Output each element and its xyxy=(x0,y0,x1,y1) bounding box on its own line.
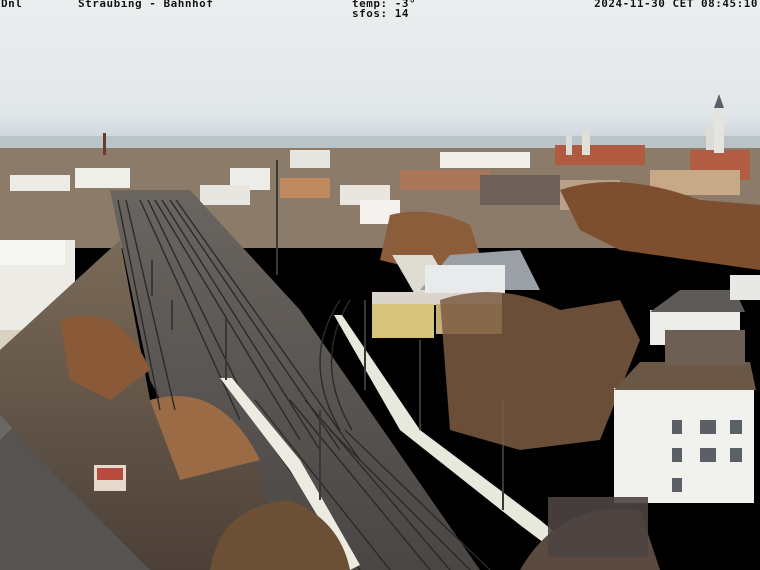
sky xyxy=(0,0,760,150)
webcam-frame: Dnl Straubing - Bahnhof temp: -3° sfos: … xyxy=(0,0,760,570)
webcam-scene xyxy=(0,0,760,570)
bare-trees xyxy=(440,292,640,450)
location-title: Straubing - Bahnhof xyxy=(78,0,214,10)
house-right-back xyxy=(650,275,760,365)
camera-id-label: Dnl xyxy=(1,0,23,10)
timestamp: 2024-11-30 CET 08:45:10 xyxy=(594,0,758,10)
chimney-icon xyxy=(103,133,106,155)
sfos-readout: sfos: 14 xyxy=(352,7,409,20)
house-right-large xyxy=(614,362,756,503)
